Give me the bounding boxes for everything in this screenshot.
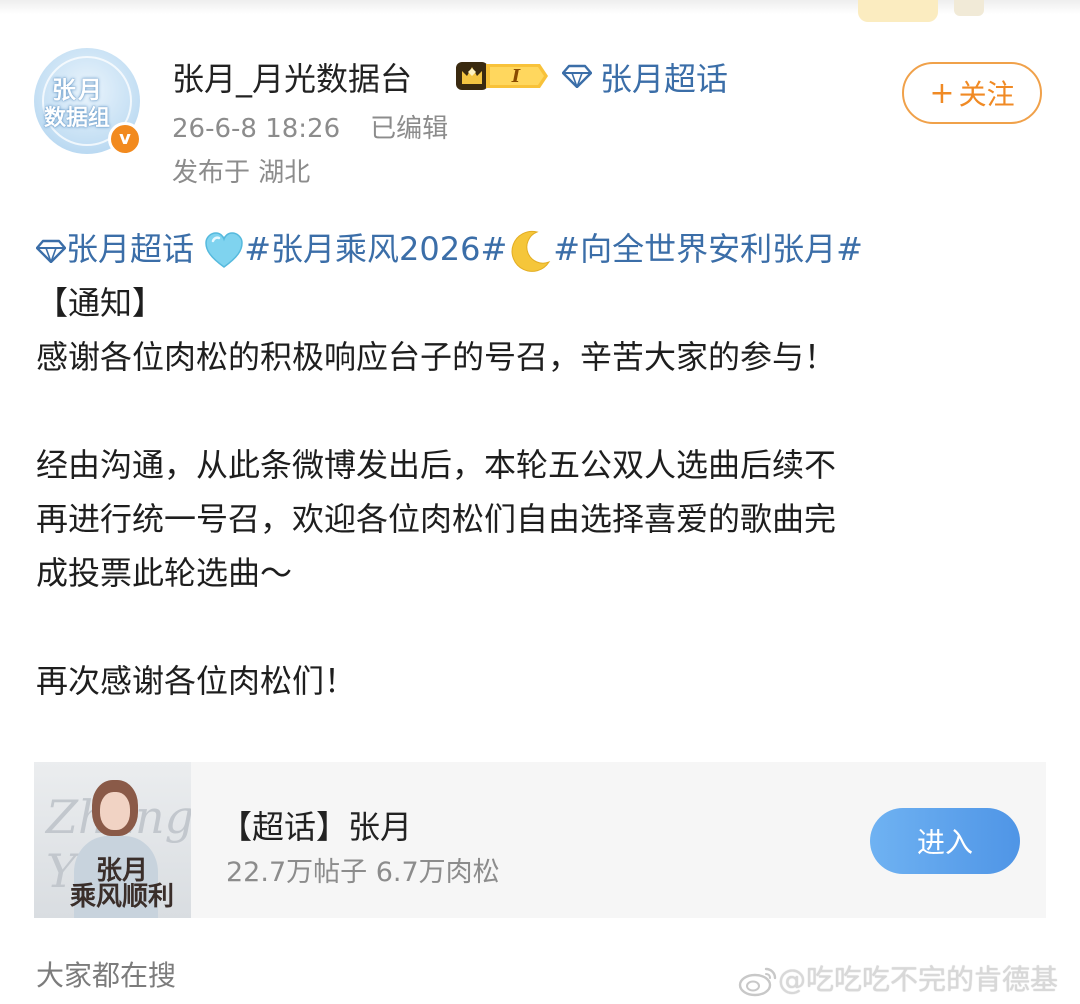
level-badge-text: I (511, 66, 521, 87)
supertopic-card[interactable]: Zhang Yue 张月 乘风顺利 【超话】张月 22.7万帖子 6.7万肉松 … (34, 762, 1046, 918)
supertopic-diamond-icon (35, 239, 67, 265)
avatar-text-bottom: 数据组 (44, 106, 111, 131)
content-line: 再进行统一号召，欢迎各位肉松们自由选择喜爱的歌曲完 (36, 500, 837, 538)
post-meta-line: 26-6-8 18:26 已编辑 (172, 108, 448, 145)
author-name[interactable]: 张月_月光数据台 (172, 54, 412, 100)
weibo-logo-icon (738, 967, 777, 997)
edited-label[interactable]: 已编辑 (370, 114, 448, 144)
hashtag-link[interactable]: #张月乘风2026# (244, 230, 507, 268)
content-line: 再次感谢各位肉松们！ (36, 662, 357, 700)
top-sticker-decoration-small (954, 0, 984, 16)
thumbnail-caption: 张月 乘风顺利 (70, 858, 174, 910)
hashtag-link[interactable]: #向全世界安利张月# (553, 230, 863, 268)
post-timestamp: 26-6-8 18:26 (172, 114, 341, 144)
light-blue-heart-icon (205, 232, 243, 268)
top-sticker-decoration (858, 0, 938, 22)
supertopic-link[interactable]: 张月超话 (600, 54, 728, 100)
supertopic-diamond-icon (562, 64, 592, 88)
crescent-moon-icon (511, 230, 551, 272)
supertopic-card-title: 【超话】张月 (220, 808, 413, 846)
supertopic-tag-link[interactable]: 张月超话 (66, 230, 194, 268)
thumbnail-person-face (100, 792, 130, 830)
member-crown-badge-icon[interactable]: I (456, 60, 548, 92)
verified-icon: v (108, 122, 142, 156)
post-tag-line: 张月超话 #张月乘风2026# #向全世界安利张月# (35, 222, 1046, 276)
thumbnail-caption-line2: 乘风顺利 (70, 882, 175, 912)
plus-icon: + (929, 75, 955, 111)
watermark: @吃吃吃不完的肯德基 (738, 958, 1058, 998)
enter-button[interactable]: 进入 (870, 808, 1020, 874)
content-line: 经由沟通，从此条微博发出后，本轮五公双人选曲后续不 (36, 446, 837, 484)
supertopic-card-stats: 22.7万帖子 6.7万肉松 (226, 857, 500, 888)
thumbnail-caption-line1: 张月 (96, 856, 149, 886)
watermark-text: @吃吃吃不完的肯德基 (778, 963, 1059, 996)
follow-label: 关注 (958, 78, 1015, 111)
content-line: 感谢各位肉松的积极响应台子的号召，辛苦大家的参与！ (36, 338, 837, 376)
content-line: 成投票此轮选曲～ (36, 554, 293, 592)
post-content: 张月超话 #张月乘风2026# #向全世界安利张月# 【通知】 感谢各位肉松的积… (35, 222, 1046, 708)
notice-title: 【通知】 (36, 284, 165, 322)
post-location: 发布于 湖北 (172, 158, 311, 188)
supertopic-thumbnail: Zhang Yue 张月 乘风顺利 (34, 762, 191, 918)
follow-button[interactable]: + 关注 (902, 62, 1042, 124)
trending-search-heading: 大家都在搜 (36, 959, 177, 992)
